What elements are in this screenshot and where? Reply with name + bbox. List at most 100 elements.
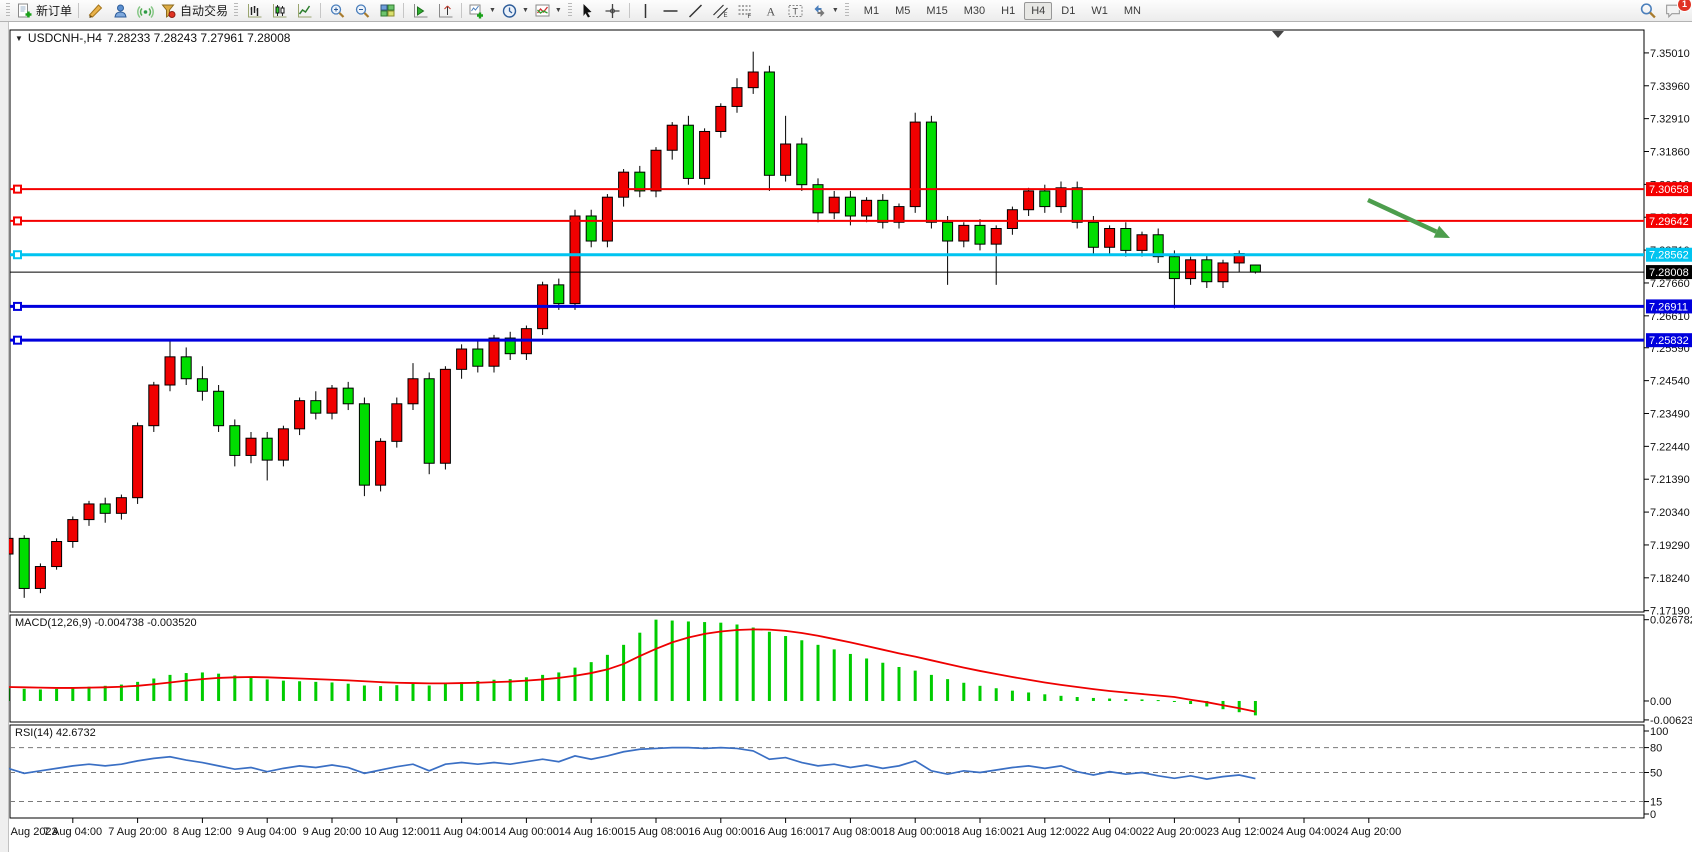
chart-shift-button[interactable] [433,1,457,21]
tile-windows-button[interactable] [375,1,399,21]
separator [403,3,404,18]
svg-text:7.33960: 7.33960 [1650,81,1690,93]
vertical-line-tool-button[interactable] [634,1,658,21]
chart-window[interactable]: 7.350107.339607.329107.318607.308107.297… [0,22,1692,852]
svg-text:7.19290: 7.19290 [1650,540,1690,552]
auto-scroll-button[interactable] [408,1,432,21]
zoom-out-button[interactable] [350,1,374,21]
timeframe-H1[interactable]: H1 [994,2,1022,20]
candlestick-mode-button[interactable] [267,1,291,21]
line-chart-mode-button[interactable] [292,1,316,21]
community-button[interactable] [108,1,132,21]
svg-text:16 Aug 16:00: 16 Aug 16:00 [753,826,818,838]
svg-text:8 Aug 12:00: 8 Aug 12:00 [173,826,232,838]
bar-chart-mode-button[interactable] [242,1,266,21]
timeframe-MN[interactable]: MN [1117,2,1148,20]
rsi-indicator-label: RSI(14) 42.6732 [15,727,96,739]
auto-scroll-icon [412,3,429,19]
svg-text:0.00: 0.00 [1650,696,1671,708]
svg-text:T: T [793,6,799,16]
zoom-in-button[interactable] [325,1,349,21]
text-label-tool-button[interactable]: T [784,1,808,21]
text-label-icon: T [787,3,804,19]
text-tool-button[interactable]: A [759,1,783,21]
chart-shift-icon [437,3,454,19]
community-icon [112,3,129,19]
svg-text:7.31860: 7.31860 [1650,147,1690,159]
trendline-tool-button[interactable] [684,1,708,21]
svg-text:16 Aug 00:00: 16 Aug 00:00 [688,826,753,838]
fibonacci-tool-button[interactable]: F [734,1,758,21]
svg-text:100: 100 [1650,726,1668,738]
svg-text:9 Aug 04:00: 9 Aug 04:00 [238,826,297,838]
timeframe-M30[interactable]: M30 [957,2,992,20]
svg-text:7.28008: 7.28008 [1649,267,1689,279]
notification-badge: 1 [1677,0,1692,12]
svg-text:7.26911: 7.26911 [1649,301,1688,313]
pane-frames [10,30,1644,818]
window-left-grip[interactable] [0,22,9,852]
separator [320,3,321,18]
toolbar: 新订单 自动交易 ▼ ▼ [0,0,1692,22]
tile-windows-icon [379,3,396,19]
cursor-tool-button[interactable] [576,1,600,21]
crosshair-tool-button[interactable] [601,1,625,21]
timeframe-M5[interactable]: M5 [888,2,917,20]
search-button[interactable] [1636,1,1660,21]
toolbar-grip [234,3,238,18]
signals-button[interactable] [133,1,157,21]
horizontal-line-tool-button[interactable] [659,1,683,21]
chart-title-dropdown-icon[interactable]: ▼ [15,34,23,43]
time-axis[interactable]: 4 Aug 20237 Aug 04:007 Aug 20:008 Aug 12… [2,818,1401,838]
svg-text:7.23490: 7.23490 [1650,408,1690,420]
svg-text:7.35010: 7.35010 [1650,48,1690,60]
timeframe-W1[interactable]: W1 [1084,2,1115,20]
arrows-tool-button[interactable]: ▼ [809,1,841,21]
svg-text:7.30658: 7.30658 [1649,184,1689,196]
svg-text:17 Aug 08:00: 17 Aug 08:00 [818,826,883,838]
svg-text:14 Aug 16:00: 14 Aug 16:00 [559,826,624,838]
indicators-button[interactable]: ▼ [532,1,564,21]
new-order-icon [16,3,33,19]
timeframe-M1[interactable]: M1 [857,2,886,20]
timeframe-H4[interactable]: H4 [1024,2,1052,20]
svg-text:7.29642: 7.29642 [1649,216,1689,228]
signals-icon [137,3,154,19]
price-axis[interactable]: 7.350107.339607.329107.318607.308107.297… [1644,48,1690,618]
svg-text:0.026782: 0.026782 [1650,615,1692,627]
svg-text:7.22440: 7.22440 [1650,441,1690,453]
chart-svg[interactable]: 7.350107.339607.329107.318607.308107.297… [0,22,1692,852]
svg-text:14 Aug 00:00: 14 Aug 00:00 [494,826,559,838]
macd-indicator-label: MACD(12,26,9) -0.004738 -0.003520 [15,617,197,629]
bar-chart-icon [246,3,263,19]
chart-wizard-icon [87,3,104,19]
chart-title: ▼ USDCNH-,H4 7.28233 7.28243 7.27961 7.2… [15,31,290,45]
notifications-button[interactable]: 1 [1661,1,1685,21]
chevron-down-icon: ▼ [522,7,529,14]
svg-text:80: 80 [1650,743,1662,755]
arrows-icon [811,3,828,19]
separator [629,3,630,18]
new-order-button[interactable]: 新订单 [14,1,74,21]
svg-text:50: 50 [1650,768,1662,780]
svg-text:11 Aug 04:00: 11 Aug 04:00 [430,826,494,838]
svg-text:18 Aug 00:00: 18 Aug 00:00 [883,826,948,838]
clock-icon [501,3,518,19]
separator [78,3,79,18]
new-chart-button[interactable]: ▼ [466,1,498,21]
chart-wizard-button[interactable] [83,1,107,21]
toolbar-grip [568,3,572,18]
toolbar-grip [845,3,849,18]
autotrading-button[interactable]: 自动交易 [158,1,230,21]
equidistant-channel-tool-button[interactable]: E [709,1,733,21]
timeframe-D1[interactable]: D1 [1054,2,1082,20]
indicators-icon [534,3,551,19]
horizontal-line-icon [662,3,679,19]
toolbar-grip [6,3,10,18]
svg-text:7.27660: 7.27660 [1650,278,1690,290]
svg-text:18 Aug 16:00: 18 Aug 16:00 [948,826,1013,838]
chevron-down-icon: ▼ [832,7,839,14]
periods-button[interactable]: ▼ [499,1,531,21]
svg-text:7.24540: 7.24540 [1650,376,1690,388]
timeframe-M15[interactable]: M15 [919,2,954,20]
